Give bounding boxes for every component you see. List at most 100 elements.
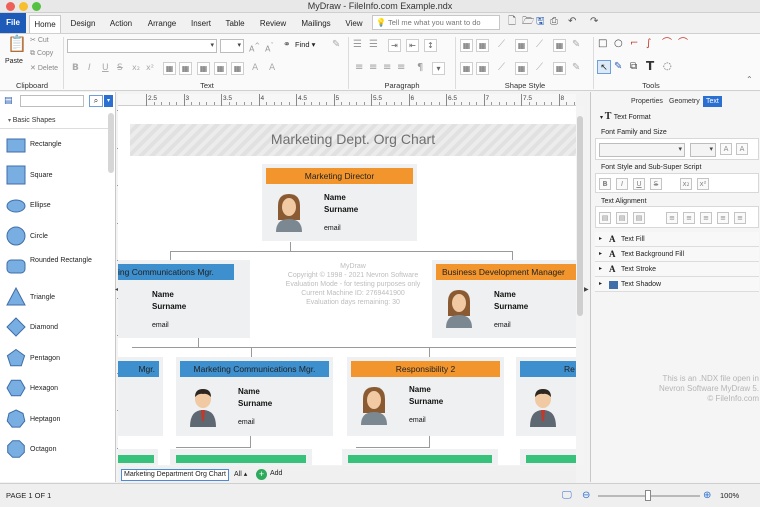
distribute-icon[interactable]: ≡	[734, 212, 746, 224]
paragraph-icon[interactable]: ¶	[417, 62, 423, 74]
shape-item-ellipse[interactable]: Ellipse	[6, 193, 106, 221]
zoom-slider-thumb[interactable]	[645, 490, 651, 501]
align-center-icon[interactable]: ≡	[369, 62, 377, 74]
tab-text[interactable]: Text	[703, 96, 722, 107]
redo-icon[interactable]: ↷	[590, 16, 598, 28]
grow-font-icon[interactable]: A	[720, 143, 732, 155]
line-style-icon[interactable]: ⟋	[498, 62, 505, 74]
italic-button[interactable]: I	[88, 62, 91, 74]
fit-page-icon[interactable]: 🖵	[562, 484, 572, 507]
zoom-in-icon[interactable]: ⊕	[703, 484, 711, 507]
shrink-font-icon[interactable]: A	[736, 143, 748, 155]
connector-tool-icon[interactable]: ⌐	[630, 38, 638, 50]
shapes-scrollbar[interactable]	[108, 113, 114, 173]
grow-font-icon[interactable]: A^	[249, 40, 260, 56]
shape-item-octagon[interactable]: Octagon	[6, 437, 106, 465]
bold-button[interactable]: B	[599, 178, 611, 190]
strikethrough-button[interactable]: S	[650, 178, 662, 190]
rectangle-tool-icon[interactable]: □	[598, 38, 607, 50]
org-card-partial[interactable]	[170, 449, 312, 465]
shape-item-circle[interactable]: Circle	[6, 224, 106, 252]
line-spacing-icon[interactable]: ↕	[424, 39, 437, 52]
font-size-select[interactable]: ▾	[220, 39, 244, 53]
superscript-button[interactable]: x²	[697, 178, 709, 190]
shape-item-square[interactable]: Square	[6, 163, 106, 191]
shape-fill-dropdown-icon[interactable]: ▦	[476, 39, 489, 52]
shape-category[interactable]: ▾ Basic Shapes	[0, 113, 108, 129]
binoculars-icon[interactable]: ⚭	[283, 39, 291, 51]
org-card-business-development[interactable]: Business Development Manager Name Surnam…	[432, 260, 576, 338]
vertical-scrollbar[interactable]	[576, 106, 584, 465]
tab-arrange[interactable]: Arrange	[142, 15, 182, 33]
italic-button[interactable]: I	[616, 178, 628, 190]
text-stroke-expander[interactable]: ▸ A Text Stroke	[595, 262, 759, 277]
effects-dropdown-icon[interactable]: ▦	[553, 39, 566, 52]
search-dropdown-icon[interactable]: ▾	[104, 95, 113, 107]
underline-button[interactable]: U	[102, 62, 109, 74]
shape-item-triangle[interactable]: Triangle	[6, 285, 106, 313]
tab-action[interactable]: Action	[104, 15, 138, 33]
shape-fill-icon[interactable]: ▦	[460, 39, 473, 52]
copy-button[interactable]: ⧉ Copy	[30, 50, 53, 58]
effects-icon[interactable]: ⟋	[536, 39, 543, 51]
org-card-partial[interactable]	[342, 449, 498, 465]
org-card-director[interactable]: Marketing Director Name Surname email	[262, 164, 417, 241]
file-tab[interactable]: File	[0, 13, 26, 33]
align-right-icon[interactable]: ≡	[383, 62, 391, 74]
add-page-icon[interactable]: +	[256, 469, 267, 480]
bold-button[interactable]: B	[72, 62, 79, 74]
tab-view[interactable]: View	[342, 15, 366, 33]
org-card-partial[interactable]	[118, 449, 158, 465]
text-fill-icon[interactable]: ▦	[163, 62, 176, 75]
align-top-icon[interactable]: ▤	[599, 212, 611, 224]
outdent-icon[interactable]: ⇤	[406, 39, 419, 52]
shape-item-rounded[interactable]: Rounded Rectangle	[6, 254, 106, 282]
tab-home[interactable]: Home	[29, 15, 61, 33]
line-dropdown-icon[interactable]: ▦	[515, 62, 528, 75]
print-icon[interactable]: ⎙	[550, 16, 558, 28]
crop-tool-icon[interactable]: ⧉	[630, 61, 637, 73]
text-tool-icon[interactable]: T	[646, 60, 654, 72]
shape-item-diamond[interactable]: Diamond	[6, 315, 106, 343]
underline-button[interactable]: U	[633, 178, 645, 190]
shape-item-hexagon[interactable]: Hexagon	[6, 376, 106, 404]
arrow-style-icon[interactable]: ⟋	[536, 62, 543, 74]
maximize-window-button[interactable]	[32, 2, 41, 11]
find-button[interactable]: Find ▾	[295, 40, 315, 49]
align-right-icon[interactable]: ≡	[700, 212, 712, 224]
align-left-icon[interactable]: ≡	[355, 62, 363, 74]
scroll-thumb[interactable]	[577, 116, 583, 316]
shape-search-input[interactable]	[20, 95, 84, 107]
tab-insert[interactable]: Insert	[186, 15, 216, 33]
lasso-tool-icon[interactable]: ◌	[663, 61, 672, 73]
org-card-partial-left[interactable]: Mgr.	[118, 357, 163, 436]
shape-stroke-icon[interactable]: ⟋	[498, 39, 505, 51]
subscript-button[interactable]: x₂	[132, 62, 140, 74]
paste-icon[interactable]: 📋	[7, 36, 27, 52]
pen-tool-icon[interactable]: ✎	[614, 61, 622, 73]
minimize-window-button[interactable]	[19, 2, 28, 11]
text-stroke-icon[interactable]: ▦	[214, 62, 227, 75]
cut-button[interactable]: ✂ Cut	[30, 36, 49, 44]
align-middle-icon[interactable]: ▤	[616, 212, 628, 224]
align-bottom-icon[interactable]: ▤	[633, 212, 645, 224]
page-tab-current[interactable]: Marketing Department Org Chart	[121, 469, 229, 481]
tab-properties[interactable]: Properties	[629, 96, 665, 107]
text-background-fill-expander[interactable]: ▸ A Text Background Fill	[595, 247, 759, 262]
tab-table[interactable]: Table	[221, 15, 249, 33]
text-color-icon[interactable]: ▦	[197, 62, 210, 75]
library-icon[interactable]: ▤	[4, 95, 13, 107]
collapse-ribbon-icon[interactable]: ⌃	[746, 74, 753, 86]
shape-item-heptagon[interactable]: Heptagon	[6, 407, 106, 435]
zoom-out-icon[interactable]: ⊖	[582, 484, 590, 507]
text-fill-expander[interactable]: ▸ A Text Fill	[595, 232, 759, 247]
org-card-communications-left[interactable]: ing Communications Mgr. Name Surname ema…	[118, 260, 250, 338]
org-card-partial[interactable]	[520, 449, 576, 465]
all-pages-dropdown[interactable]: All ▴	[234, 470, 247, 478]
close-window-button[interactable]	[6, 2, 15, 11]
open-icon[interactable]: 🗁	[522, 16, 534, 28]
subscript-button[interactable]: x₂	[680, 178, 692, 190]
org-card-communications[interactable]: Marketing Communications Mgr. Name Surna…	[176, 357, 333, 436]
font-family-dropdown[interactable]: ▾	[599, 143, 685, 157]
align-center-icon[interactable]: ≡	[683, 212, 695, 224]
